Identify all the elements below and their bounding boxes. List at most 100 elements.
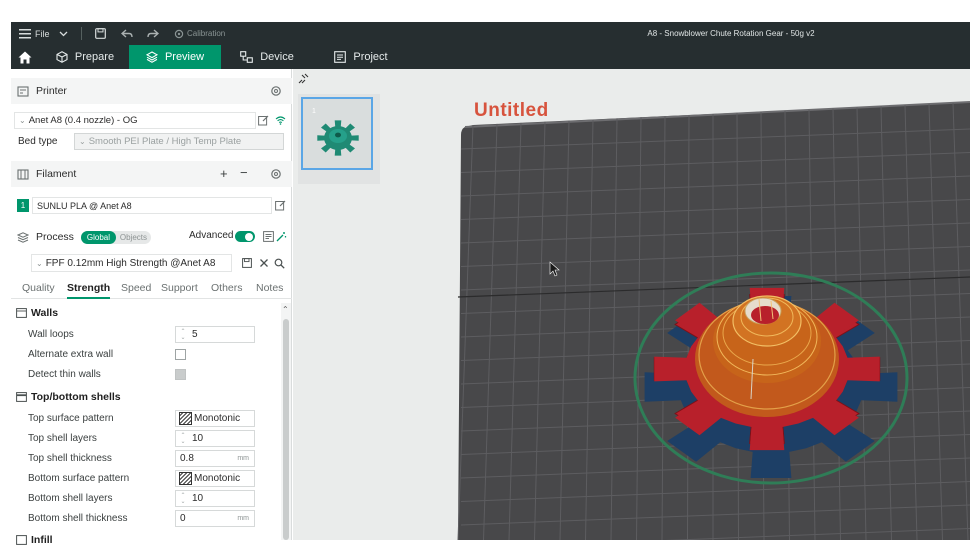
top-shell-layers-label: Top shell layers bbox=[28, 433, 97, 444]
top-surface-pattern-select[interactable]: Monotonic bbox=[175, 410, 255, 427]
wall-loops-value: 5 bbox=[192, 329, 198, 340]
bottom-shell-thickness-input[interactable]: 0 mm bbox=[175, 510, 255, 527]
tab-speed[interactable]: Speed bbox=[121, 282, 151, 294]
settings-panel: Printer ⌄ Anet A8 (0.4 nozzle) - OG Bed … bbox=[11, 69, 292, 546]
calibration-label: Calibration bbox=[187, 29, 226, 38]
process-icon bbox=[17, 231, 29, 243]
pattern-monotonic-icon bbox=[179, 472, 192, 485]
double-chevron-icon bbox=[298, 73, 309, 84]
collapse-sidebar-button[interactable] bbox=[293, 69, 313, 89]
alternate-extra-wall-checkbox[interactable] bbox=[175, 349, 186, 360]
wall-loops-label: Wall loops bbox=[28, 329, 74, 340]
chevron-down-icon: ⌄ bbox=[79, 137, 86, 146]
walls-icon bbox=[16, 308, 27, 318]
filament-select-value: SUNLU PLA @ Anet A8 bbox=[37, 200, 132, 211]
detect-thin-walls-checkbox[interactable] bbox=[175, 369, 186, 380]
filament-icon bbox=[17, 168, 29, 180]
top-shell-thickness-label: Top shell thickness bbox=[28, 453, 112, 464]
walls-group-title: Walls bbox=[16, 307, 58, 319]
bed-type-value: Smooth PEI Plate / High Temp Plate bbox=[88, 136, 242, 147]
tab-project[interactable]: Project bbox=[313, 45, 409, 69]
file-menu-dropdown[interactable] bbox=[59, 22, 68, 45]
top-shell-layers-value: 10 bbox=[192, 433, 204, 444]
top-shell-layers-input[interactable]: ⌃ ⌄ 10 bbox=[175, 430, 255, 447]
tab-device[interactable]: Device bbox=[221, 45, 313, 69]
process-section-header: Process Global Objects Advanced bbox=[11, 226, 292, 248]
spinner-icon[interactable]: ⌃ ⌄ bbox=[177, 491, 189, 506]
tab-support[interactable]: Support bbox=[161, 282, 198, 294]
close-icon[interactable] bbox=[259, 258, 269, 268]
undo-button[interactable] bbox=[121, 22, 133, 45]
bottom-shell-layers-input[interactable]: ⌃ ⌄ 10 bbox=[175, 490, 255, 507]
app-window: File Calibration A8 - Snowblower Chute R… bbox=[0, 0, 970, 546]
wifi-icon[interactable] bbox=[275, 115, 286, 125]
save-button[interactable] bbox=[95, 22, 106, 45]
compare-icon[interactable] bbox=[263, 231, 274, 242]
spinner-icon[interactable]: ⌃ ⌄ bbox=[177, 327, 189, 342]
edit-icon[interactable] bbox=[275, 200, 286, 211]
layers-icon bbox=[145, 51, 158, 63]
tab-notes[interactable]: Notes bbox=[256, 282, 283, 294]
home-button[interactable] bbox=[11, 45, 39, 69]
unit-label: mm bbox=[237, 455, 249, 462]
filament-section-label: Filament bbox=[36, 168, 77, 180]
chevron-down-icon: ⌄ bbox=[36, 258, 43, 268]
process-preset-value: FPF 0.12mm High Strength @Anet A8 bbox=[45, 257, 216, 269]
tab-prepare[interactable]: Prepare bbox=[41, 45, 129, 69]
edit-icon[interactable] bbox=[258, 115, 269, 126]
plate-name-label[interactable]: Untitled bbox=[474, 100, 549, 122]
objects-toggle-option[interactable]: Objects bbox=[116, 231, 151, 244]
filament-select[interactable]: SUNLU PLA @ Anet A8 bbox=[32, 197, 272, 214]
calibration-icon bbox=[174, 29, 184, 38]
shells-icon bbox=[16, 392, 27, 402]
advanced-label: Advanced bbox=[189, 230, 234, 241]
redo-button[interactable] bbox=[147, 22, 159, 45]
tab-device-label: Device bbox=[260, 51, 294, 63]
bed-type-select[interactable]: ⌄ Smooth PEI Plate / High Temp Plate bbox=[74, 133, 284, 150]
scroll-up-icon[interactable]: ⌃ bbox=[282, 305, 289, 314]
tab-prepare-label: Prepare bbox=[74, 51, 115, 63]
tab-strength[interactable]: Strength bbox=[67, 282, 110, 294]
search-icon[interactable] bbox=[274, 258, 285, 269]
file-menu[interactable]: File bbox=[19, 22, 50, 45]
top-bottom-group-title: Top/bottom shells bbox=[16, 391, 121, 403]
3d-viewport[interactable] bbox=[293, 69, 970, 540]
global-toggle-option[interactable]: Global bbox=[80, 230, 116, 244]
advanced-toggle[interactable] bbox=[235, 231, 255, 242]
tab-preview[interactable]: Preview bbox=[129, 45, 221, 69]
bottom-surface-pattern-label: Bottom surface pattern bbox=[28, 473, 130, 484]
advanced-toggle-knob bbox=[245, 232, 253, 241]
project-icon bbox=[334, 51, 347, 63]
calibration-menu[interactable]: Calibration bbox=[174, 22, 225, 45]
bottom-shell-layers-value: 10 bbox=[192, 493, 204, 504]
cube-icon bbox=[56, 51, 68, 63]
walls-title: Walls bbox=[31, 307, 59, 319]
printer-select[interactable]: ⌄ Anet A8 (0.4 nozzle) - OG bbox=[14, 112, 256, 129]
wand-icon[interactable] bbox=[276, 231, 287, 242]
top-shell-thickness-input[interactable]: 0.8 mm bbox=[175, 450, 255, 467]
home-icon bbox=[18, 51, 32, 63]
wall-loops-input[interactable]: ⌃ ⌄ 5 bbox=[175, 326, 255, 343]
spinner-icon[interactable]: ⌃ ⌄ bbox=[177, 431, 189, 446]
bottom-surface-pattern-select[interactable]: Monotonic bbox=[175, 470, 255, 487]
plate-thumbnail-number: 1 bbox=[312, 108, 316, 115]
process-preset-select[interactable]: ⌄ FPF 0.12mm High Strength @Anet A8 bbox=[31, 254, 232, 272]
remove-filament-button[interactable]: − bbox=[240, 165, 248, 180]
device-icon bbox=[240, 51, 254, 63]
printer-icon bbox=[17, 85, 29, 97]
tab-quality[interactable]: Quality bbox=[22, 282, 55, 294]
redo-icon bbox=[147, 28, 159, 38]
settings-scrollbar-thumb[interactable] bbox=[283, 319, 289, 540]
tab-others[interactable]: Others bbox=[211, 282, 243, 294]
gear-icon[interactable] bbox=[270, 85, 282, 97]
global-objects-toggle[interactable]: Global Objects bbox=[80, 230, 151, 244]
gear-icon[interactable] bbox=[270, 168, 282, 180]
printer-section-header: Printer bbox=[11, 78, 292, 104]
detect-thin-walls-label: Detect thin walls bbox=[28, 369, 101, 380]
tab-project-label: Project bbox=[353, 51, 388, 63]
filament-slot-badge[interactable]: 1 bbox=[17, 199, 29, 212]
save-icon bbox=[95, 28, 106, 39]
save-preset-icon[interactable] bbox=[242, 258, 252, 268]
add-filament-button[interactable]: + bbox=[220, 166, 228, 181]
top-surface-pattern-value: Monotonic bbox=[194, 413, 241, 424]
